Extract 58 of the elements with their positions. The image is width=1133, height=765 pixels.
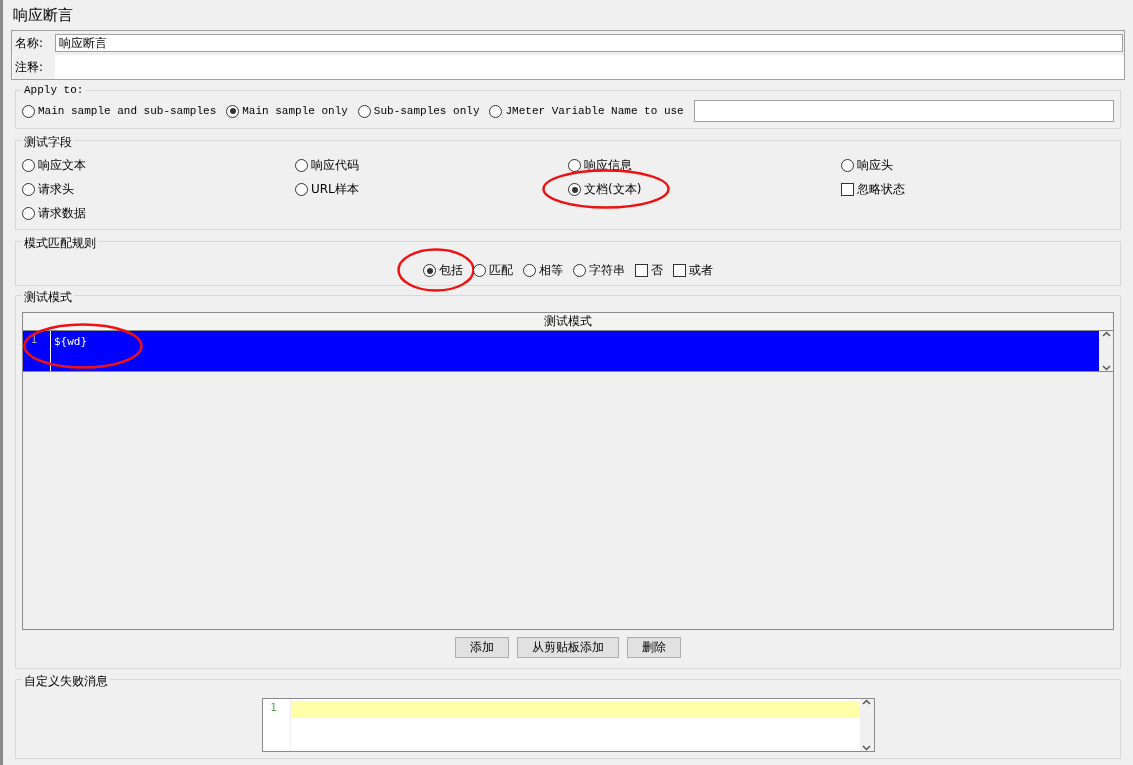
option-label: 响应头 bbox=[857, 157, 893, 174]
group-legend: 测试字段 bbox=[22, 134, 74, 151]
action-button[interactable]: 添加 bbox=[455, 637, 509, 658]
radio-button[interactable] bbox=[473, 264, 486, 277]
radio-button[interactable] bbox=[841, 159, 854, 172]
option-label: 或者 bbox=[689, 262, 713, 279]
checkbox[interactable] bbox=[841, 183, 854, 196]
radio-button[interactable] bbox=[523, 264, 536, 277]
radio-button[interactable] bbox=[568, 183, 581, 196]
scroll-up-icon[interactable] bbox=[1101, 331, 1111, 337]
option-label: 响应信息 bbox=[584, 157, 632, 174]
option-label: 否 bbox=[651, 262, 663, 279]
radio-button[interactable] bbox=[22, 159, 35, 172]
option-label: 包括 bbox=[439, 262, 463, 279]
variable-name-field[interactable] bbox=[693, 100, 1114, 122]
radio-button[interactable] bbox=[22, 104, 35, 118]
action-button[interactable]: 删除 bbox=[627, 637, 681, 658]
field-label: 注释: bbox=[13, 55, 55, 79]
radio-button[interactable] bbox=[489, 104, 503, 118]
option-label: Main sample and sub-samples bbox=[38, 105, 217, 117]
option-label: 响应代码 bbox=[311, 157, 359, 174]
table-cell[interactable]: ${wd} bbox=[51, 331, 1099, 371]
scroll-down-icon[interactable] bbox=[1101, 365, 1111, 371]
option-label: 相等 bbox=[539, 262, 563, 279]
radio-button[interactable] bbox=[22, 207, 35, 220]
scroll-up-icon[interactable] bbox=[862, 699, 871, 705]
group-legend: 模式匹配规则 bbox=[22, 235, 98, 252]
radio-button[interactable] bbox=[226, 104, 240, 118]
checkbox[interactable] bbox=[673, 264, 686, 277]
radio-button[interactable] bbox=[423, 264, 436, 277]
group-legend: Apply to: bbox=[22, 84, 86, 96]
scroll-down-icon[interactable] bbox=[862, 745, 871, 751]
option-label: 响应文本 bbox=[38, 157, 86, 174]
option-label: 匹配 bbox=[489, 262, 513, 279]
radio-button[interactable] bbox=[22, 183, 35, 196]
option-label: 请求头 bbox=[38, 181, 74, 198]
option-label: Main sample only bbox=[242, 105, 348, 117]
option-label: 忽略状态 bbox=[857, 181, 905, 198]
radio-button[interactable] bbox=[573, 264, 586, 277]
radio-button[interactable] bbox=[357, 104, 371, 118]
option-label: Sub-samples only bbox=[373, 105, 480, 117]
panel-title: 响应断言 bbox=[12, 5, 74, 26]
option-label: 请求数据 bbox=[38, 205, 86, 222]
checkbox[interactable] bbox=[635, 264, 648, 277]
radio-button[interactable] bbox=[295, 159, 308, 172]
group-legend: 测试模式 bbox=[22, 289, 74, 306]
option-label: 字符串 bbox=[589, 262, 625, 279]
column-header: 测试模式 bbox=[23, 313, 1113, 331]
radio-button[interactable] bbox=[568, 159, 581, 172]
option-label: JMeter Variable Name to use bbox=[505, 105, 684, 117]
group-legend: 自定义失败消息 bbox=[22, 673, 110, 690]
name-field[interactable]: 响应断言 bbox=[55, 34, 1123, 52]
action-button[interactable]: 从剪贴板添加 bbox=[517, 637, 619, 658]
field-label: 名称: bbox=[14, 34, 45, 52]
radio-button[interactable] bbox=[295, 183, 308, 196]
line-number: 1 bbox=[262, 699, 291, 751]
option-label: 文档(文本) bbox=[584, 181, 642, 198]
option-label: URL样本 bbox=[311, 181, 359, 198]
